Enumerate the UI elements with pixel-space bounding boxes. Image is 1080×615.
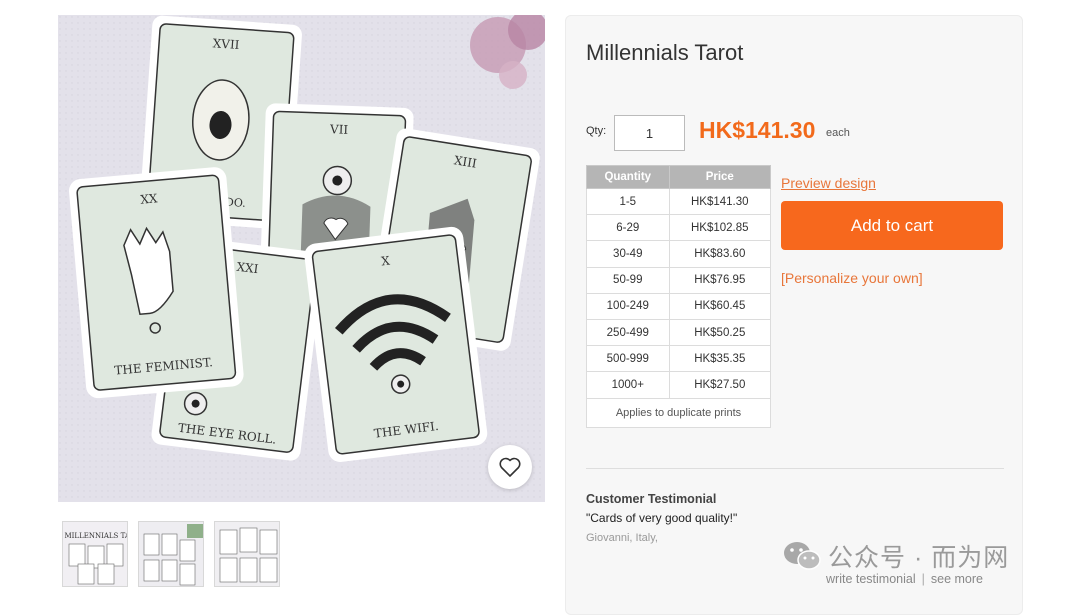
table-row: 1000+ HK$27.50 (586, 371, 772, 399)
unit-price: HK$141.30 (699, 117, 816, 143)
thumbnail-strip: THE MILLENNIALS TAROT (62, 521, 280, 587)
divider (586, 468, 1004, 469)
table-row: 100-249 HK$60.45 (586, 292, 772, 320)
quantity-label: Qty: (586, 125, 607, 137)
thumbnail-1[interactable]: THE MILLENNIALS TAROT (62, 521, 128, 587)
card-numeral-vii: VII (329, 122, 349, 137)
main-product-image[interactable]: XVII AVOCADO. VII XIII (58, 15, 545, 502)
tier-price: HK$102.85 (668, 214, 772, 242)
see-more-link[interactable]: see more (931, 572, 983, 586)
testimonial-links: write testimonial | see more (826, 572, 983, 586)
testimonial-heading: Customer Testimonial (586, 492, 717, 506)
tier-price: HK$35.35 (668, 345, 772, 373)
tier-price: HK$50.25 (668, 318, 772, 347)
tier-price: HK$60.45 (668, 292, 772, 320)
heart-icon (499, 457, 521, 477)
tier-quantity: 50-99 (586, 266, 670, 294)
thumbnail-3[interactable] (214, 521, 280, 587)
table-row: 250-499 HK$50.25 (586, 318, 772, 347)
write-testimonial-link[interactable]: write testimonial (826, 572, 916, 586)
tier-quantity: 6-29 (586, 214, 670, 242)
price-suffix: each (826, 127, 850, 139)
product-title: Millennials Tarot (586, 40, 744, 65)
tier-quantity: 1000+ (586, 371, 670, 399)
watermark: 公众号 · 而为网 (782, 538, 1009, 574)
tier-quantity: 30-49 (586, 240, 670, 268)
table-footnote-row: Applies to duplicate prints (586, 397, 771, 428)
card-numeral-xvii: XVII (212, 36, 240, 52)
testimonial-author: Giovanni, Italy, (586, 532, 658, 544)
tier-quantity: 100-249 (586, 292, 670, 320)
tier-price: HK$76.95 (668, 266, 772, 294)
personalize-link[interactable]: [Personalize your own] (781, 270, 923, 286)
table-header-quantity: Quantity (586, 165, 670, 189)
tier-quantity: 1-5 (586, 187, 670, 216)
thumbnail-image (139, 522, 203, 586)
table-row: 500-999 HK$35.35 (586, 345, 772, 373)
tier-price: HK$141.30 (668, 187, 772, 216)
watermark-text: 公众号 · 而为网 (828, 544, 1010, 572)
table-header-price: Price (668, 165, 772, 189)
wishlist-button[interactable] (488, 445, 532, 489)
tier-price: HK$27.50 (668, 371, 772, 399)
table-row: 30-49 HK$83.60 (586, 240, 772, 268)
product-panel: Millennials Tarot Qty: HK$141.30 each Qu… (565, 15, 1023, 615)
quantity-pricing-table: Quantity Price 1-5 HK$141.30 6-29 HK$102.8… (586, 165, 772, 428)
link-separator: | (921, 572, 925, 586)
tier-price: HK$83.60 (668, 240, 772, 268)
table-footnote: Applies to duplicate prints (586, 397, 771, 428)
testimonial-quote: "Cards of very good quality!" (586, 511, 738, 525)
tier-quantity: 500-999 (586, 345, 670, 373)
table-row: 50-99 HK$76.95 (586, 266, 772, 294)
quantity-input[interactable] (614, 115, 685, 151)
add-to-cart-button[interactable]: Add to cart (781, 201, 1003, 250)
tier-quantity: 250-499 (586, 318, 670, 347)
card-numeral-xxi: XXI (236, 260, 260, 277)
thumbnail-image: THE MILLENNIALS TAROT (63, 522, 128, 586)
card-numeral-xx: XX (140, 191, 159, 206)
tarot-cards-photo: XVII AVOCADO. VII XIII (58, 15, 545, 502)
preview-design-link[interactable]: Preview design (781, 175, 876, 191)
thumbnail-title: THE MILLENNIALS TAROT (63, 532, 128, 540)
thumbnail-image (215, 522, 279, 586)
table-row: 6-29 HK$102.85 (586, 214, 772, 242)
thumbnail-2[interactable] (138, 521, 204, 587)
table-row: 1-5 HK$141.30 (586, 187, 772, 216)
wechat-icon (784, 542, 821, 570)
